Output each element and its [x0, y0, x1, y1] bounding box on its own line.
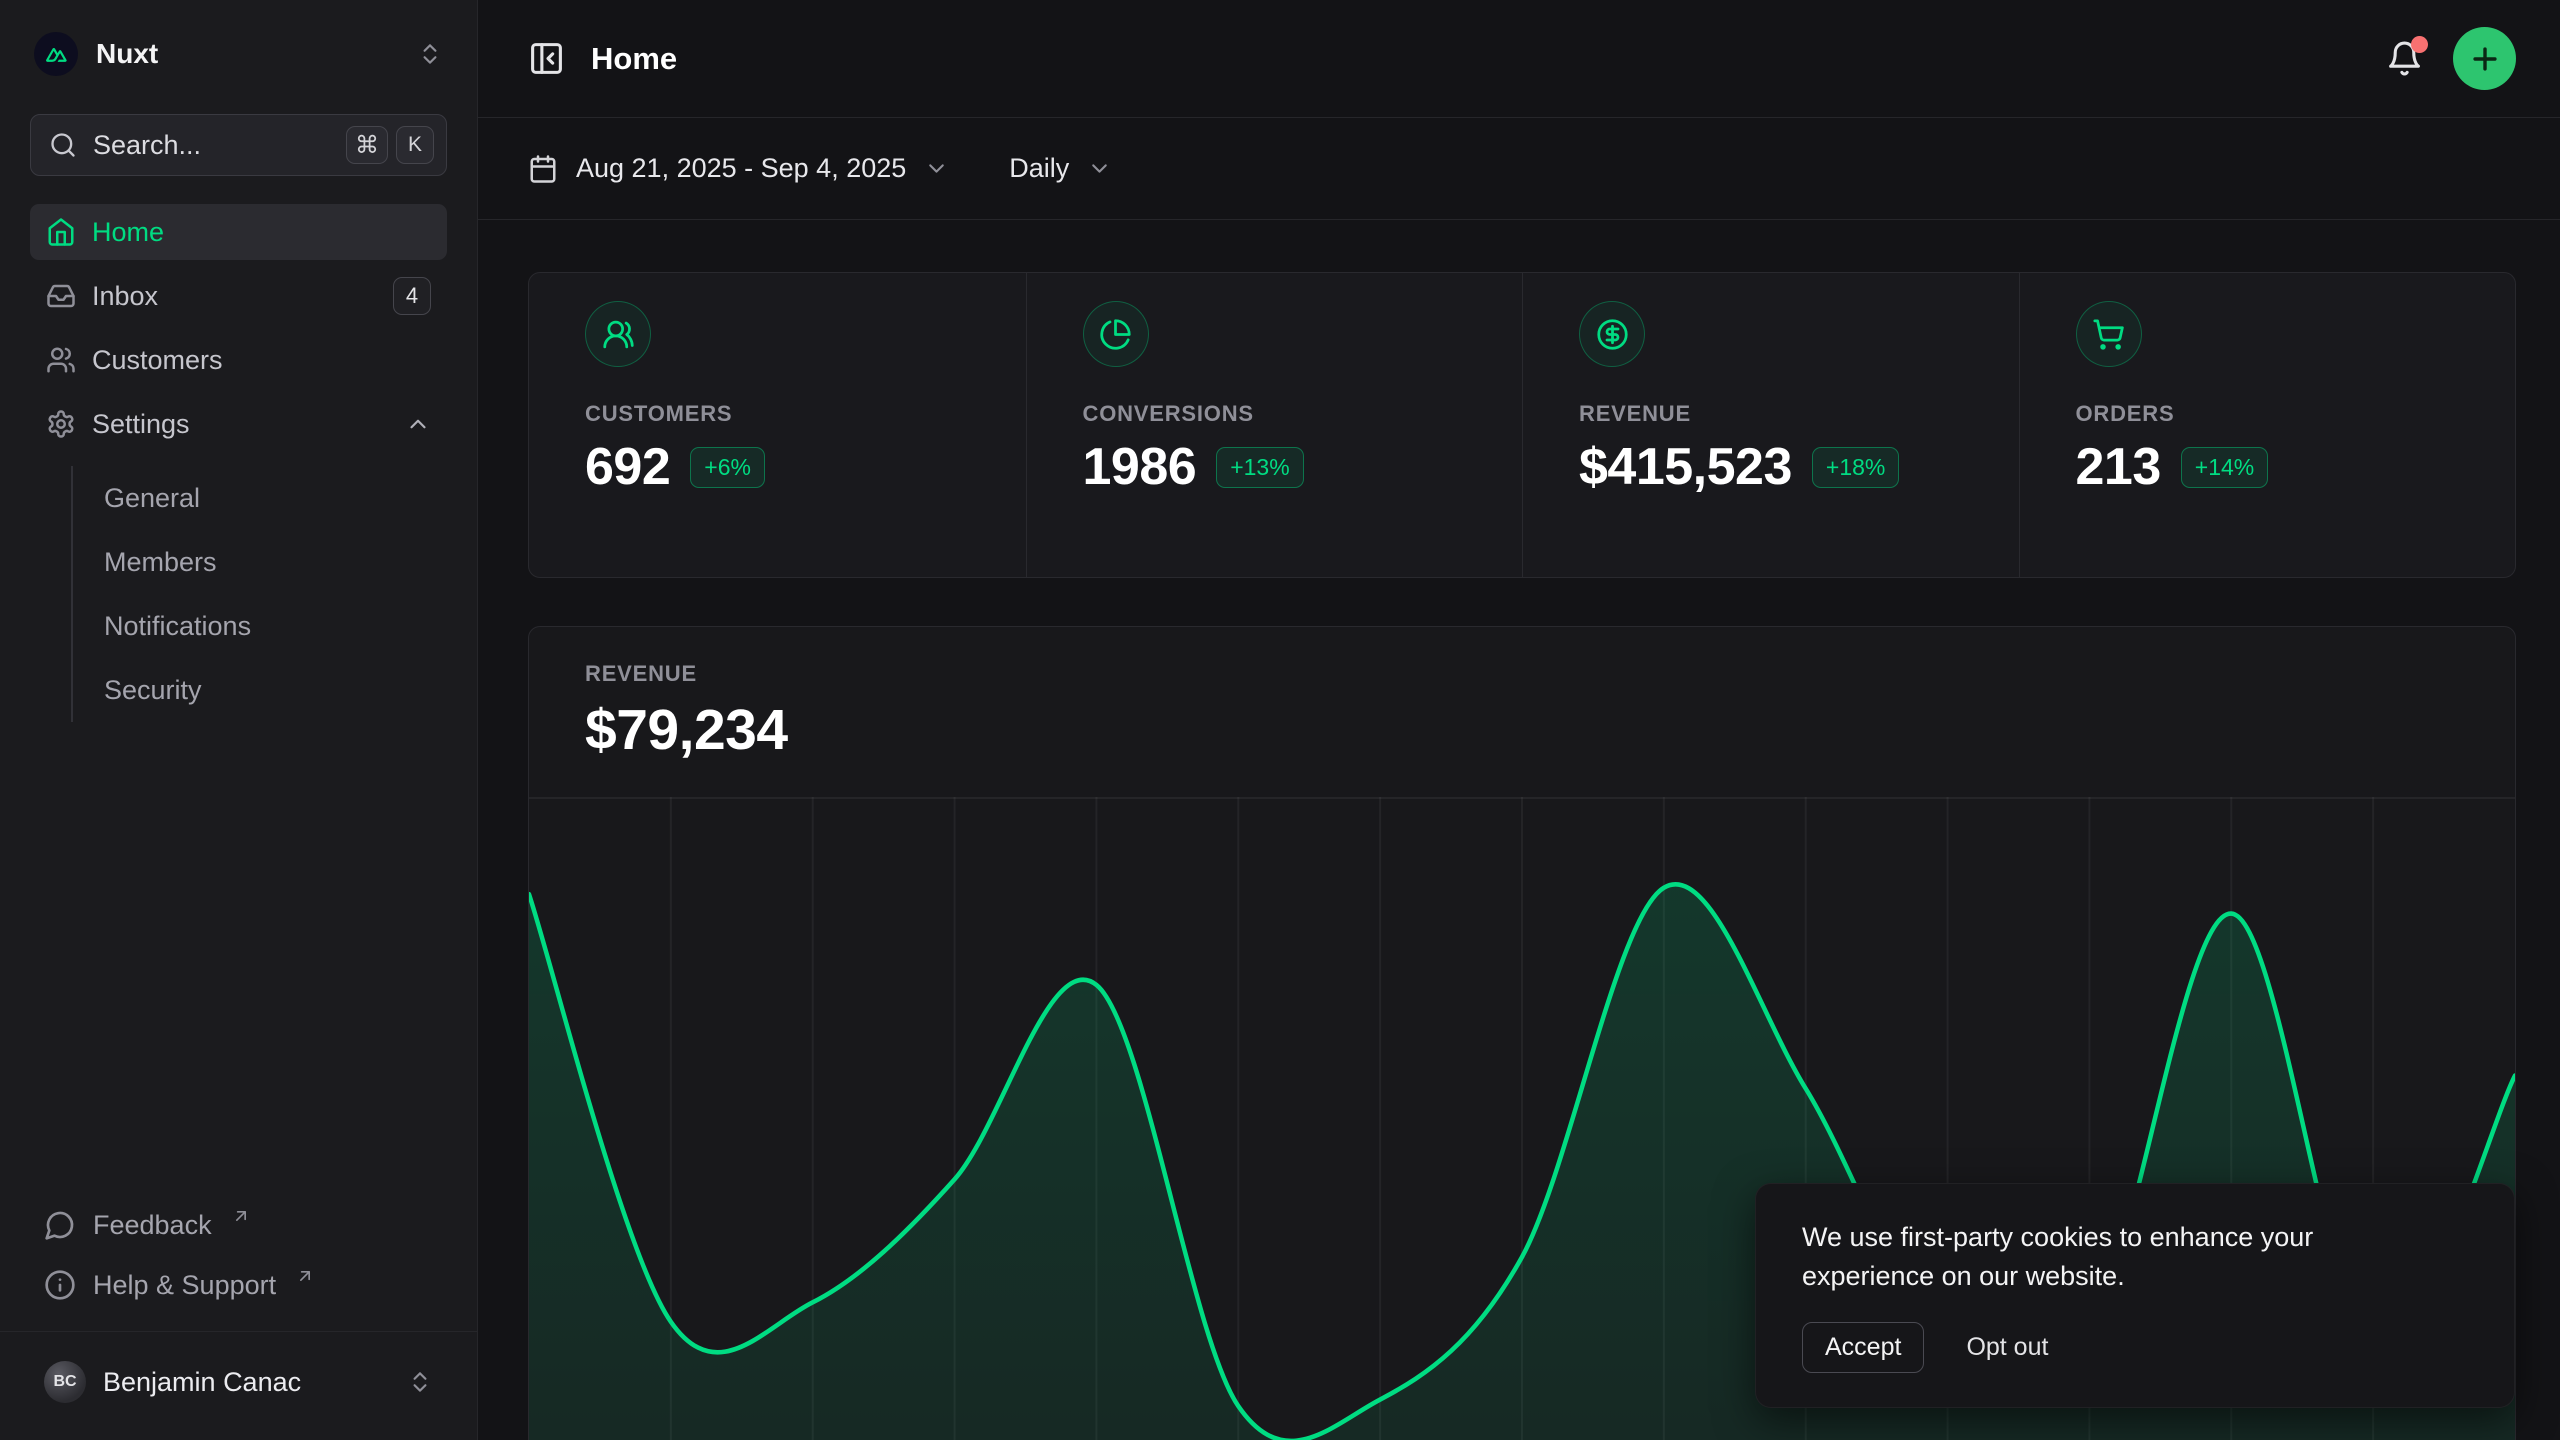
inbox-icon	[46, 281, 76, 311]
stat-conversions[interactable]: CONVERSIONS 1986 +13%	[1026, 273, 1523, 577]
stat-delta-badge: +6%	[690, 447, 765, 488]
accept-button[interactable]: Accept	[1802, 1322, 1924, 1373]
stat-value: 213	[2076, 437, 2161, 497]
stats-card: CUSTOMERS 692 +6% CONVERSIONS 1986 +13%	[528, 272, 2516, 578]
stat-label: ORDERS	[2076, 401, 2516, 427]
stat-delta-badge: +18%	[1812, 447, 1899, 488]
granularity-select[interactable]: Daily	[1009, 153, 1112, 184]
user-name: Benjamin Canac	[103, 1367, 301, 1398]
sidebar-item-label: Settings	[92, 409, 190, 440]
stat-customers[interactable]: CUSTOMERS 692 +6%	[529, 273, 1026, 577]
home-icon	[46, 217, 76, 247]
footer-item-label: Feedback	[93, 1210, 212, 1241]
main-panel: Home Aug 21, 2025 - Sep 4, 2025	[478, 0, 2560, 1440]
workspace-switcher[interactable]: Nuxt	[30, 24, 447, 84]
sidebar-item-label: Inbox	[92, 281, 158, 312]
chat-bubble-icon	[44, 1209, 76, 1241]
search-icon	[49, 131, 77, 159]
chevron-up-icon	[405, 411, 431, 437]
stat-revenue[interactable]: REVENUE $415,523 +18%	[1522, 273, 2019, 577]
pie-chart-icon	[1083, 301, 1149, 367]
chevrons-up-down-icon[interactable]	[417, 41, 443, 67]
page-content: CUSTOMERS 692 +6% CONVERSIONS 1986 +13%	[478, 220, 2560, 1440]
collapse-sidebar-button[interactable]	[528, 40, 565, 77]
sidebar-item-members[interactable]: Members	[104, 530, 447, 594]
kbd-k: K	[396, 126, 434, 164]
page-header: Home	[478, 0, 2560, 118]
inbox-count-badge: 4	[393, 277, 431, 315]
arrow-up-right-icon	[295, 1266, 315, 1286]
stat-delta-badge: +14%	[2181, 447, 2268, 488]
cookie-message: We use first-party cookies to enhance yo…	[1802, 1218, 2442, 1296]
chart-header: REVENUE $79,234	[529, 627, 2515, 763]
kbd-cmd: ⌘	[346, 126, 388, 164]
stat-label: REVENUE	[1579, 401, 2019, 427]
sidebar-item-customers[interactable]: Customers	[30, 332, 447, 388]
sidebar-item-inbox[interactable]: Inbox 4	[30, 268, 447, 324]
header-actions	[2386, 27, 2516, 90]
date-range-picker[interactable]: Aug 21, 2025 - Sep 4, 2025	[528, 153, 949, 184]
opt-out-button[interactable]: Opt out	[1966, 1333, 2048, 1362]
notification-dot	[2411, 36, 2428, 53]
sidebar-item-security[interactable]: Security	[104, 658, 447, 722]
sidebar-spacer	[30, 722, 447, 1195]
sidebar-item-general[interactable]: General	[104, 466, 447, 530]
sidebar-item-feedback[interactable]: Feedback	[30, 1195, 447, 1255]
stat-value: 1986	[1083, 437, 1197, 497]
sidebar: Nuxt Search... ⌘ K Home Inbox 4	[0, 0, 478, 1440]
chevron-down-icon	[924, 156, 949, 181]
stat-label: CUSTOMERS	[585, 401, 1026, 427]
stat-label: CONVERSIONS	[1083, 401, 1523, 427]
users-icon	[46, 345, 76, 375]
users-icon	[585, 301, 651, 367]
notifications-button[interactable]	[2386, 40, 2423, 77]
chevron-down-icon	[1087, 156, 1112, 181]
search-input[interactable]: Search... ⌘ K	[30, 114, 447, 176]
chart-total-value: $79,234	[585, 697, 2515, 763]
sidebar-item-home[interactable]: Home	[30, 204, 447, 260]
nuxt-logo-icon	[34, 32, 78, 76]
info-circle-icon	[44, 1269, 76, 1301]
sidebar-item-label: Home	[92, 217, 164, 248]
gear-icon	[46, 409, 76, 439]
filters-toolbar: Aug 21, 2025 - Sep 4, 2025 Daily	[478, 118, 2560, 220]
sidebar-nav: Home Inbox 4 Customers Settings Genera	[30, 204, 447, 722]
sidebar-item-notifications[interactable]: Notifications	[104, 594, 447, 658]
cookie-actions: Accept Opt out	[1802, 1322, 2468, 1373]
plus-icon	[2468, 42, 2502, 76]
date-range-value: Aug 21, 2025 - Sep 4, 2025	[576, 153, 906, 184]
cart-icon	[2076, 301, 2142, 367]
add-button[interactable]	[2453, 27, 2516, 90]
user-menu[interactable]: BC Benjamin Canac	[30, 1350, 447, 1414]
stat-value: 692	[585, 437, 670, 497]
calendar-icon	[528, 154, 558, 184]
sidebar-divider	[0, 1331, 477, 1332]
arrow-up-right-icon	[231, 1206, 251, 1226]
panel-left-close-icon	[528, 40, 565, 77]
granularity-value: Daily	[1009, 153, 1069, 184]
stat-value: $415,523	[1579, 437, 1792, 497]
circle-dollar-icon	[1579, 301, 1645, 367]
chart-label: REVENUE	[585, 661, 2515, 687]
search-shortcut: ⌘ K	[346, 126, 434, 164]
sidebar-item-settings[interactable]: Settings	[30, 396, 447, 452]
stat-orders[interactable]: ORDERS 213 +14%	[2019, 273, 2516, 577]
cookie-consent-toast: We use first-party cookies to enhance yo…	[1755, 1183, 2515, 1408]
page-title: Home	[591, 41, 677, 77]
sidebar-item-label: Customers	[92, 345, 223, 376]
settings-subnav: General Members Notifications Security	[71, 466, 447, 722]
avatar: BC	[44, 1361, 86, 1403]
stat-delta-badge: +13%	[1216, 447, 1303, 488]
sidebar-item-help-support[interactable]: Help & Support	[30, 1255, 447, 1315]
brand-name: Nuxt	[96, 38, 158, 70]
chevrons-up-down-icon	[407, 1369, 433, 1395]
footer-item-label: Help & Support	[93, 1270, 276, 1301]
search-placeholder: Search...	[93, 130, 201, 161]
